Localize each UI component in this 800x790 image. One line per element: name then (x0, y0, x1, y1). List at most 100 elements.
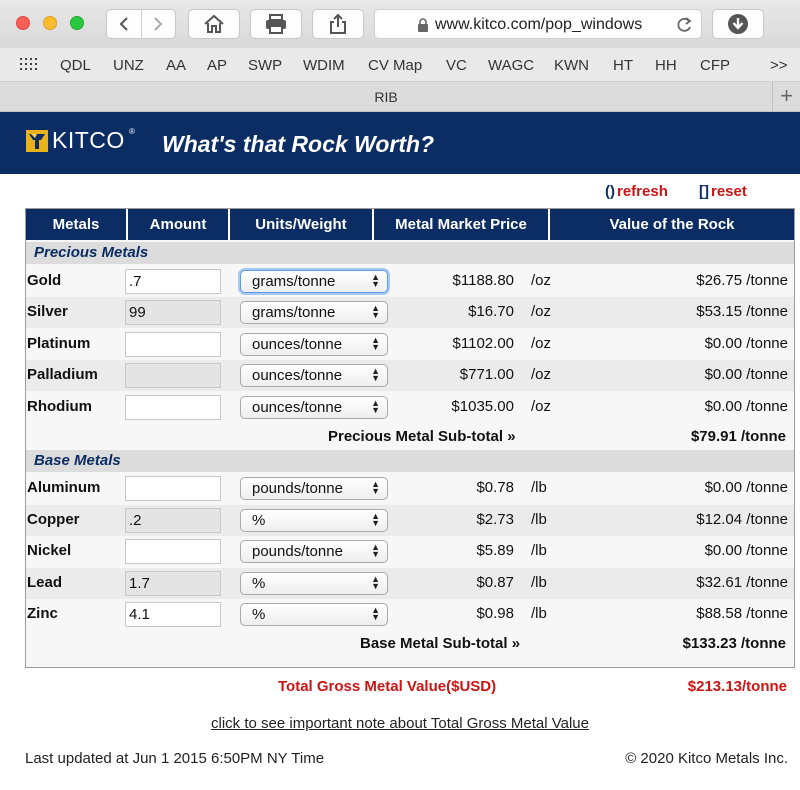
market-price: $0.87 (476, 574, 514, 591)
metal-name: Copper (27, 511, 80, 528)
bookmark-item[interactable]: AA (166, 57, 186, 74)
bookmark-item[interactable]: CV Map (368, 57, 422, 74)
market-price: $0.78 (476, 479, 514, 496)
bookmark-item[interactable]: HH (655, 57, 677, 74)
show-all-tabs-grid-icon[interactable] (20, 58, 38, 72)
rock-value: $32.61 /tonne (696, 574, 788, 591)
bookmark-item[interactable]: WDIM (303, 57, 345, 74)
amount-input[interactable]: .7 (125, 269, 221, 294)
metal-name: Nickel (27, 542, 72, 559)
bookmark-item[interactable]: SWP (248, 57, 282, 74)
unit-value: pounds/tonne (252, 543, 343, 560)
reset-icon: [] (699, 183, 709, 200)
price-unit: /oz (531, 272, 552, 289)
metal-name: Zinc (27, 605, 58, 622)
bookmark-item[interactable]: CFP (700, 57, 730, 74)
price-unit: /oz (531, 303, 552, 320)
share-button[interactable] (312, 9, 364, 39)
downloads-button[interactable] (712, 9, 764, 39)
price-unit: /lb (531, 542, 547, 559)
total-gross-value: $213.13/tonne (687, 678, 787, 695)
zoom-window-button[interactable] (70, 16, 84, 30)
amount-input[interactable] (125, 539, 221, 564)
printer-icon (266, 14, 286, 34)
header-metals: Metals (26, 209, 128, 240)
address-bar[interactable]: www.kitco.com/pop_windows (374, 9, 702, 39)
price-unit: /oz (531, 398, 552, 415)
precious-subtotal-label: Precious Metal Sub-total » (328, 428, 516, 445)
unit-select[interactable]: % ▲ ▼ (240, 509, 388, 532)
metal-name: Silver (27, 303, 68, 320)
forward-button[interactable] (140, 10, 175, 38)
section-title: Precious Metals (34, 244, 149, 261)
bookmark-item[interactable]: AP (207, 57, 227, 74)
amount-input[interactable] (125, 395, 221, 420)
table-row: Gold .7 grams/tonne ▲ ▼ $1188.80 /oz $26.7… (26, 266, 794, 297)
unit-select[interactable]: grams/tonne ▲ ▼ (240, 270, 388, 293)
market-price: $5.89 (476, 542, 514, 559)
metal-name: Lead (27, 574, 63, 591)
bookmark-item[interactable]: HT (613, 57, 633, 74)
select-arrows-icon: ▲ ▼ (371, 335, 380, 352)
tab-rib[interactable]: RIB (0, 89, 772, 105)
amount-input[interactable]: 99 (125, 300, 221, 325)
new-tab-button[interactable]: + (772, 82, 800, 111)
select-arrows-icon: ▲ ▼ (371, 303, 380, 320)
unit-value: grams/tonne (252, 304, 336, 321)
download-icon (728, 14, 748, 34)
minimize-window-button[interactable] (43, 16, 57, 30)
table-row: Nickel pounds/tonne ▲ ▼ $5.89 /lb $0.00 /t… (26, 536, 794, 567)
amount-input[interactable]: .2 (125, 508, 221, 533)
select-arrows-icon: ▲ ▼ (371, 574, 380, 591)
amount-input[interactable] (125, 363, 221, 388)
bookmark-item[interactable]: WAGC (488, 57, 534, 74)
bookmark-item[interactable]: KWN (554, 57, 589, 74)
reset-link[interactable]: [] reset (699, 183, 747, 200)
bookmark-item[interactable]: VC (446, 57, 467, 74)
print-button[interactable] (250, 9, 302, 39)
table-row: Copper .2 % ▲ ▼ $2.73 /lb $12.04 /tonne (26, 505, 794, 536)
reload-icon[interactable] (675, 16, 693, 34)
unit-select[interactable]: pounds/tonne ▲ ▼ (240, 477, 388, 500)
gross-value-note-link[interactable]: click to see important note about Total … (0, 715, 800, 732)
bookmark-item[interactable]: QDL (60, 57, 91, 74)
table-row: Aluminum pounds/tonne ▲ ▼ $0.78 /lb $0.00 … (26, 473, 794, 504)
amount-input[interactable] (125, 332, 221, 357)
unit-select[interactable]: pounds/tonne ▲ ▼ (240, 540, 388, 563)
refresh-label: refresh (617, 183, 668, 200)
unit-select[interactable]: grams/tonne ▲ ▼ (240, 301, 388, 324)
section-title: Base Metals (34, 452, 121, 469)
unit-select[interactable]: % ▲ ▼ (240, 572, 388, 595)
kitco-logo-icon (26, 130, 48, 152)
unit-value: % (252, 575, 266, 592)
kitco-logo[interactable]: KITCO (52, 127, 125, 154)
unit-select[interactable]: ounces/tonne ▲ ▼ (240, 364, 388, 387)
amount-input[interactable]: 1.7 (125, 571, 221, 596)
unit-select[interactable]: % ▲ ▼ (240, 603, 388, 626)
metal-name: Aluminum (27, 479, 101, 496)
header-units-weight: Units/Weight (230, 209, 374, 240)
rock-value: $0.00 /tonne (704, 398, 788, 415)
home-button[interactable] (188, 9, 240, 39)
bookmarks-overflow-button[interactable]: >> (770, 57, 788, 74)
amount-input[interactable]: 4.1 (125, 602, 221, 627)
close-window-button[interactable] (16, 16, 30, 30)
unit-select[interactable]: ounces/tonne ▲ ▼ (240, 396, 388, 419)
unit-value: pounds/tonne (252, 480, 343, 497)
refresh-link[interactable]: () refresh (605, 183, 668, 200)
amount-input[interactable] (125, 476, 221, 501)
copyright-text: © 2020 Kitco Metals Inc. (625, 750, 788, 767)
unit-select[interactable]: ounces/tonne ▲ ▼ (240, 333, 388, 356)
rock-value: $0.00 /tonne (704, 366, 788, 383)
url-text: www.kitco.com/pop_windows (435, 16, 643, 33)
browser-toolbar: www.kitco.com/pop_windows (0, 0, 800, 48)
market-price: $16.70 (468, 303, 514, 320)
back-forward-group (106, 9, 176, 39)
back-button[interactable] (107, 10, 141, 38)
market-price: $1035.00 (451, 398, 514, 415)
market-price: $1188.80 (452, 272, 514, 289)
bookmark-item[interactable]: UNZ (113, 57, 144, 74)
select-arrows-icon: ▲ ▼ (371, 272, 380, 289)
metal-name: Rhodium (27, 398, 92, 415)
select-arrows-icon: ▲ ▼ (371, 542, 380, 559)
